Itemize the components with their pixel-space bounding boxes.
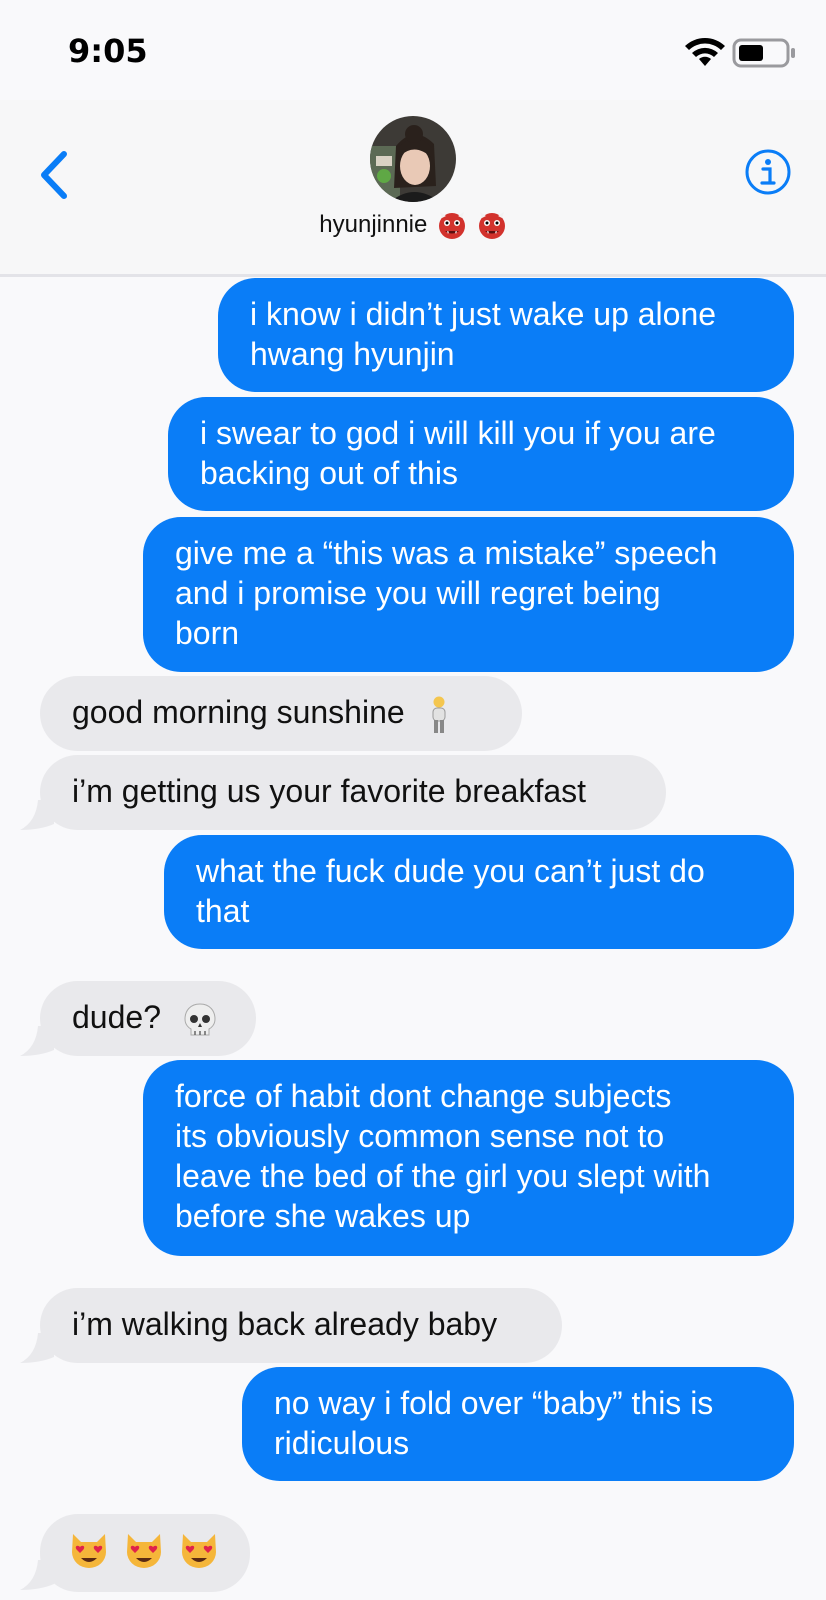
back-chevron-icon[interactable] [36,148,72,202]
status-time: 9:05 [68,32,148,70]
heart-eyes-cat-emoji-icon [72,1533,106,1568]
message-text: no way i fold over “baby” this is ridicu… [274,1385,714,1461]
message-bubble-received[interactable]: i’m walking back already baby [40,1288,562,1363]
message-bubble-received[interactable]: i’m getting us your favorite breakfast [40,755,666,830]
contact-avatar[interactable] [370,116,456,202]
heart-eyes-cat-emoji-icon [181,1533,216,1568]
person-standing-emoji-icon [432,696,446,733]
conversation-header: hyunjinnie [0,100,826,277]
message-text: i’m getting us your favorite breakfast [72,773,587,809]
bubble-tail-icon [20,1333,54,1363]
skull-emoji-icon [184,1003,216,1036]
message-text: good morning sunshine [72,694,405,730]
message-bubble-sent[interactable]: no way i fold over “baby” this is ridicu… [242,1367,794,1481]
battery-icon [732,38,795,68]
info-icon[interactable] [744,148,792,196]
status-bar: 9:05 [0,0,826,100]
contact-name-row[interactable]: hyunjinnie [0,210,826,240]
ogre-face-icon [478,212,505,239]
bubble-tail-icon [20,1026,54,1056]
message-bubble-sent[interactable]: give me a “this was a mistake” speech an… [143,517,794,672]
message-text: force of habit dont change subjects its … [175,1078,711,1234]
message-bubble-sent[interactable]: i know i didn’t just wake up alone hwang… [218,278,794,392]
bubble-tail-icon [20,800,54,830]
heart-eyes-cat-emoji-icon [126,1533,161,1568]
message-bubble-sent[interactable]: what the fuck dude you can’t just do tha… [164,835,794,949]
message-text: i swear to god i will kill you if you ar… [200,415,716,491]
message-text: give me a “this was a mistake” speech an… [175,535,718,651]
wifi-icon [685,38,725,66]
message-text: dude? [72,999,161,1035]
bubble-tail-icon [20,1560,54,1590]
message-bubble-received[interactable]: good morning sunshine [40,676,522,751]
message-text: what the fuck dude you can’t just do tha… [196,853,705,929]
message-bubble-received[interactable] [40,1514,250,1592]
avatar-photo [370,116,456,202]
contact-name: hyunjinnie [319,211,428,238]
message-bubble-sent[interactable]: force of habit dont change subjects its … [143,1060,794,1256]
message-text: i’m walking back already baby [72,1306,498,1342]
ogre-face-icon [439,212,466,239]
message-text: i know i didn’t just wake up alone hwang… [250,296,717,372]
message-bubble-sent[interactable]: i swear to god i will kill you if you ar… [168,397,794,511]
message-bubble-received[interactable]: dude? [40,981,256,1056]
